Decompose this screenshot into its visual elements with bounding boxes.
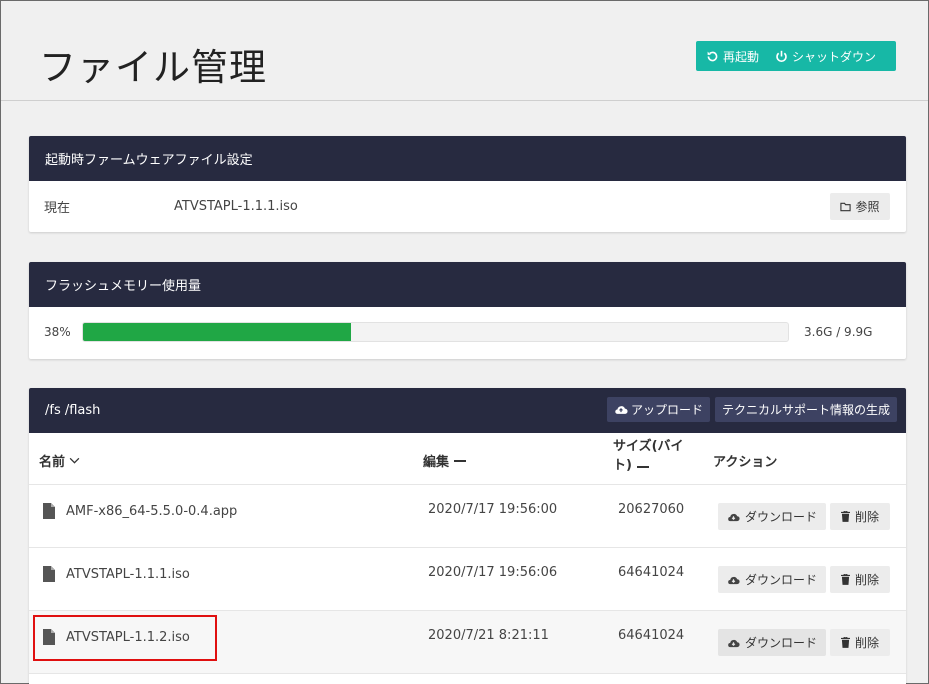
table-header: 名前 編集 サイズ(バイト) アクション	[29, 433, 906, 485]
column-header-action: アクション	[713, 451, 777, 470]
firmware-panel: 起動時ファームウェアファイル設定 現在 ATVSTAPL-1.1.1.iso 参…	[29, 136, 906, 232]
delete-label: 削除	[854, 636, 879, 650]
flash-usage-bar-fill	[83, 323, 351, 341]
cloud-download-icon	[728, 576, 740, 584]
file-date: 2020/7/17 19:56:06	[428, 565, 558, 580]
file-icon	[43, 629, 55, 645]
file-size: 64641024	[618, 565, 685, 580]
delete-button[interactable]: 削除	[830, 503, 890, 530]
column-header-edit[interactable]: 編集	[423, 451, 467, 470]
restart-label: 再起動	[723, 49, 760, 64]
trash-icon	[840, 511, 850, 522]
power-icon	[776, 50, 787, 62]
unsorted-dash-icon	[637, 466, 650, 468]
column-name-label: 名前	[39, 455, 66, 470]
file-name-cell: AMF-x86_64-5.5.0-0.4.app	[43, 503, 237, 519]
cloud-download-icon	[728, 513, 740, 521]
chevron-down-icon	[69, 457, 80, 464]
unsorted-dash-icon	[454, 459, 467, 462]
download-button[interactable]: ダウンロード	[718, 629, 826, 656]
file-date: 2020/7/17 19:56:00	[428, 502, 558, 517]
cloud-download-icon	[728, 639, 740, 647]
column-edit-label: 編集	[423, 455, 450, 470]
generate-support-info-label: テクニカルサポート情報の生成	[721, 403, 890, 417]
delete-button[interactable]: 削除	[830, 566, 890, 593]
shutdown-label: シャットダウン	[792, 49, 877, 64]
restart-button[interactable]: 再起動	[696, 41, 765, 71]
file-name: ATVSTAPL-1.1.2.iso	[66, 629, 190, 645]
file-size: 64641024	[618, 628, 685, 643]
flash-usage-percent: 38%	[44, 325, 71, 339]
column-action-label: アクション	[713, 455, 778, 470]
shutdown-button[interactable]: シャットダウン	[765, 41, 882, 71]
current-path: /fs /flash	[45, 403, 101, 418]
file-icon	[43, 503, 55, 519]
file-name-cell: ATVSTAPL-1.1.2.iso	[43, 629, 190, 645]
firmware-panel-heading: 起動時ファームウェアファイル設定	[29, 136, 906, 181]
upload-label: アップロード	[630, 403, 703, 417]
browse-label: 参照	[855, 200, 880, 214]
download-button[interactable]: ダウンロード	[718, 503, 826, 530]
table-row: AMF-x86_64-5.5.0-0.4.app 2020/7/17 19:56…	[29, 485, 906, 548]
file-list-panel: /fs /flash アップロード テクニカルサポート情報の生成 名前 編集 サ…	[29, 388, 906, 684]
browse-button[interactable]: 参照	[830, 193, 890, 220]
file-icon	[43, 566, 55, 582]
file-date: 2020/7/21 8:21:11	[428, 628, 549, 643]
delete-button[interactable]: 削除	[830, 629, 890, 656]
file-name: ATVSTAPL-1.1.1.iso	[66, 566, 190, 582]
file-name-cell: ATVSTAPL-1.1.1.iso	[43, 566, 190, 582]
delete-label: 削除	[854, 573, 879, 587]
table-row: ATVSTAPL-1.1.1.iso 2020/7/17 19:56:06 64…	[29, 548, 906, 611]
page-title: ファイル管理	[39, 46, 267, 89]
file-list-heading: /fs /flash アップロード テクニカルサポート情報の生成	[29, 388, 906, 433]
flash-usage-panel: フラッシュメモリー使用量 38% 3.6G / 9.9G	[29, 262, 906, 359]
generate-support-info-button[interactable]: テクニカルサポート情報の生成	[714, 397, 897, 422]
file-size: 20627060	[618, 502, 685, 517]
download-label: ダウンロード	[744, 510, 817, 524]
trash-icon	[840, 574, 850, 585]
column-header-size[interactable]: サイズ(バイト)	[613, 437, 693, 475]
trash-icon	[840, 637, 850, 648]
restart-icon	[707, 51, 718, 61]
download-button[interactable]: ダウンロード	[718, 566, 826, 593]
download-label: ダウンロード	[744, 573, 817, 587]
column-header-name[interactable]: 名前	[39, 451, 80, 470]
flash-usage-row: 38% 3.6G / 9.9G	[29, 307, 906, 359]
file-name: AMF-x86_64-5.5.0-0.4.app	[66, 503, 238, 519]
table-row: ATVSTAPL-1.1.2.iso 2020/7/21 8:21:11 646…	[29, 611, 906, 674]
firmware-current-label: 現在	[44, 201, 71, 216]
download-label: ダウンロード	[744, 636, 817, 650]
flash-usage-bar	[82, 322, 789, 342]
flash-usage-size: 3.6G / 9.9G	[804, 325, 873, 339]
file-list-actions: アップロード テクニカルサポート情報の生成	[606, 397, 897, 422]
firmware-current-row: 現在 ATVSTAPL-1.1.1.iso 参照	[29, 181, 906, 232]
upload-button[interactable]: アップロード	[606, 397, 710, 422]
flash-panel-heading: フラッシュメモリー使用量	[29, 262, 906, 307]
firmware-current-value: ATVSTAPL-1.1.1.iso	[174, 199, 298, 214]
delete-label: 削除	[854, 510, 879, 524]
folder-icon	[840, 202, 852, 211]
cloud-upload-icon	[615, 406, 628, 414]
system-actions: 再起動 シャットダウン	[696, 41, 896, 71]
page-header: ファイル管理 再起動 シャットダウン	[1, 1, 928, 101]
